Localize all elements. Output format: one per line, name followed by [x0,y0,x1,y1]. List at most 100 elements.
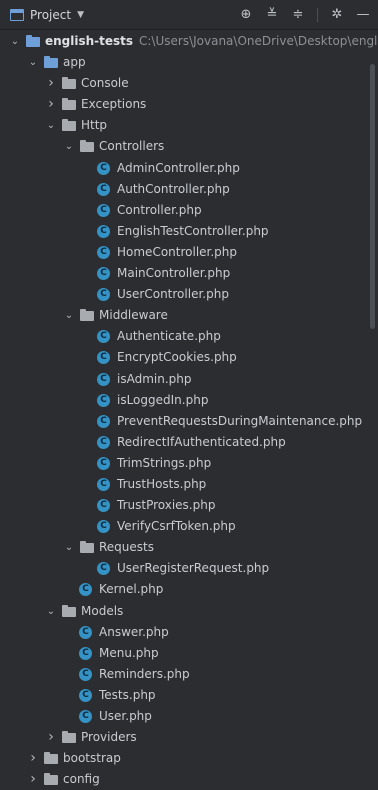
php-class-icon: C [79,583,92,597]
tree-item-label: Models [81,603,124,618]
file-node[interactable]: CisAdmin.php [0,369,378,390]
chevron-down-icon[interactable]: ⌄ [46,601,56,622]
folder-node[interactable]: › Exceptions [0,94,378,115]
chevron-down-icon[interactable]: ⌄ [28,52,38,73]
file-node[interactable]: CisLoggedIn.php [0,390,378,411]
folder-icon [80,140,94,153]
file-node[interactable]: C UserRegisterRequest.php [0,558,378,579]
chevron-down-icon[interactable]: ⌄ [46,115,56,136]
tree-item-label: VerifyCsrfToken.php [117,519,236,534]
tree-item-label: Controllers [99,139,165,154]
php-class-icon: C [97,520,110,534]
php-class-icon: C [97,182,110,196]
php-class-icon: C [97,499,110,513]
expand-all-icon[interactable]: ≚ [265,7,279,22]
locate-icon[interactable]: ⊕ [239,7,253,22]
tree-item-label: User.php [99,709,152,723]
folder-node[interactable]: › Console [0,73,378,94]
php-class-icon: C [97,562,110,576]
chevron-right-icon[interactable]: › [46,73,56,94]
tree-item-label: UserRegisterRequest.php [117,561,270,576]
chevron-right-icon[interactable]: › [28,748,38,769]
php-class-icon: C [97,372,110,386]
file-node[interactable]: C EncryptCookies.php [0,347,378,368]
tree-item-label: english-tests [45,34,134,48]
file-node[interactable]: C Answer.php [0,622,378,643]
file-node[interactable]: C Menu.php [0,643,378,664]
php-class-icon: C [79,625,92,639]
toolbar-actions: ⊕ ≚ ≑ ✲ — [239,7,370,22]
folder-icon [62,731,76,744]
tree-item-label: bootstrap [63,751,121,766]
php-class-icon: C [97,435,110,449]
tree-item-label: HomeController.php [117,244,238,259]
tree-item-label: Reminders.php [99,666,190,681]
folder-icon [44,56,58,69]
dropdown-caret-icon[interactable]: ▼ [77,10,84,20]
file-node[interactable]: C VerifyCsrfToken.php [0,516,378,537]
file-node[interactable]: C Controller.php [0,200,378,221]
chevron-down-icon[interactable]: ⌄ [64,305,74,326]
php-class-icon: C [97,393,110,407]
project-tree: ⌄ english-tests C:\Users\Jovana\OneDrive\D… [0,30,378,790]
tree-item-label: AuthController.php [117,181,230,196]
folder-node[interactable]: › Providers [0,727,378,748]
vertical-scrollbar[interactable] [370,64,375,329]
project-path: C:\Users\Jovana\OneDrive\Desktop\english… [139,34,378,48]
file-node[interactable]: C RedirectIfAuthenticated.php [0,432,378,453]
file-node[interactable]: C HomeController.php [0,242,378,263]
php-class-icon: C [97,245,110,259]
folder-node[interactable]: › config [0,769,378,790]
collapse-all-icon[interactable]: ≑ [291,7,305,22]
chevron-down-icon[interactable]: ⌄ [64,537,74,558]
file-node[interactable]: C Reminders.php [0,664,378,685]
file-node[interactable]: C Tests.php [0,685,378,706]
folder-node[interactable]: ⌄ Controllers [0,136,378,157]
folder-node[interactable]: › bootstrap [0,748,378,769]
file-node[interactable]: C UserController.php [0,284,378,305]
hide-icon[interactable]: — [356,7,370,22]
folder-node[interactable]: ⌄ Middleware [0,305,378,326]
php-class-icon: C [79,710,92,723]
tree-item-label: Middleware [99,308,168,323]
file-node[interactable]: C TrustHosts.php [0,474,378,495]
file-node[interactable]: C TrustProxies.php [0,495,378,516]
chevron-right-icon[interactable]: › [28,769,38,790]
tree-item-label: isAdmin.php [117,371,192,386]
file-node[interactable]: C Kernel.php [0,579,378,600]
folder-node[interactable]: ⌄ english-tests C:\Users\Jovana\OneDrive\D… [0,31,378,52]
folder-node[interactable]: ⌄ Models [0,601,378,622]
tree-item-label: Exceptions [81,97,147,112]
tree-item-label: PreventRequestsDuringMaintenance.php [117,413,363,428]
settings-icon[interactable]: ✲ [330,7,344,22]
project-view-selector[interactable]: Project [30,8,71,22]
folder-node[interactable]: ⌄ Requests [0,537,378,558]
file-node[interactable]: C AdminController.php [0,158,378,179]
tree-item-label: Console [81,76,129,91]
file-node[interactable]: C PreventRequestsDuringMaintenance.php [0,411,378,432]
tree-item-label: config [63,772,100,787]
chevron-down-icon[interactable]: ⌄ [64,136,74,157]
tree-item-label: isLoggedIn.php [117,392,209,407]
php-class-icon: C [79,646,92,660]
tree-item-label: Answer.php [99,624,169,639]
tree-item-label: MainController.php [117,266,231,281]
file-node[interactable]: C User.php [0,706,378,727]
chevron-down-icon[interactable]: ⌄ [10,31,20,52]
file-node[interactable]: C EnglishTestController.php [0,221,378,242]
tree-item-label: Http [81,118,108,133]
chevron-right-icon[interactable]: › [46,94,56,115]
file-node[interactable]: C Authenticate.php [0,326,378,347]
chevron-right-icon[interactable]: › [46,727,56,748]
php-class-icon: C [79,688,92,702]
folder-icon [62,77,76,90]
folder-icon [80,309,94,322]
file-node[interactable]: C AuthController.php [0,179,378,200]
file-node[interactable]: C TrimStrings.php [0,453,378,474]
file-node[interactable]: C MainController.php [0,263,378,284]
tree-item-label: Tests.php [99,687,156,702]
folder-node[interactable]: ⌄ app [0,52,378,73]
tree-item-label: Authenticate.php [117,329,221,344]
php-class-icon: C [79,667,92,681]
folder-node[interactable]: ⌄ Http [0,115,378,136]
